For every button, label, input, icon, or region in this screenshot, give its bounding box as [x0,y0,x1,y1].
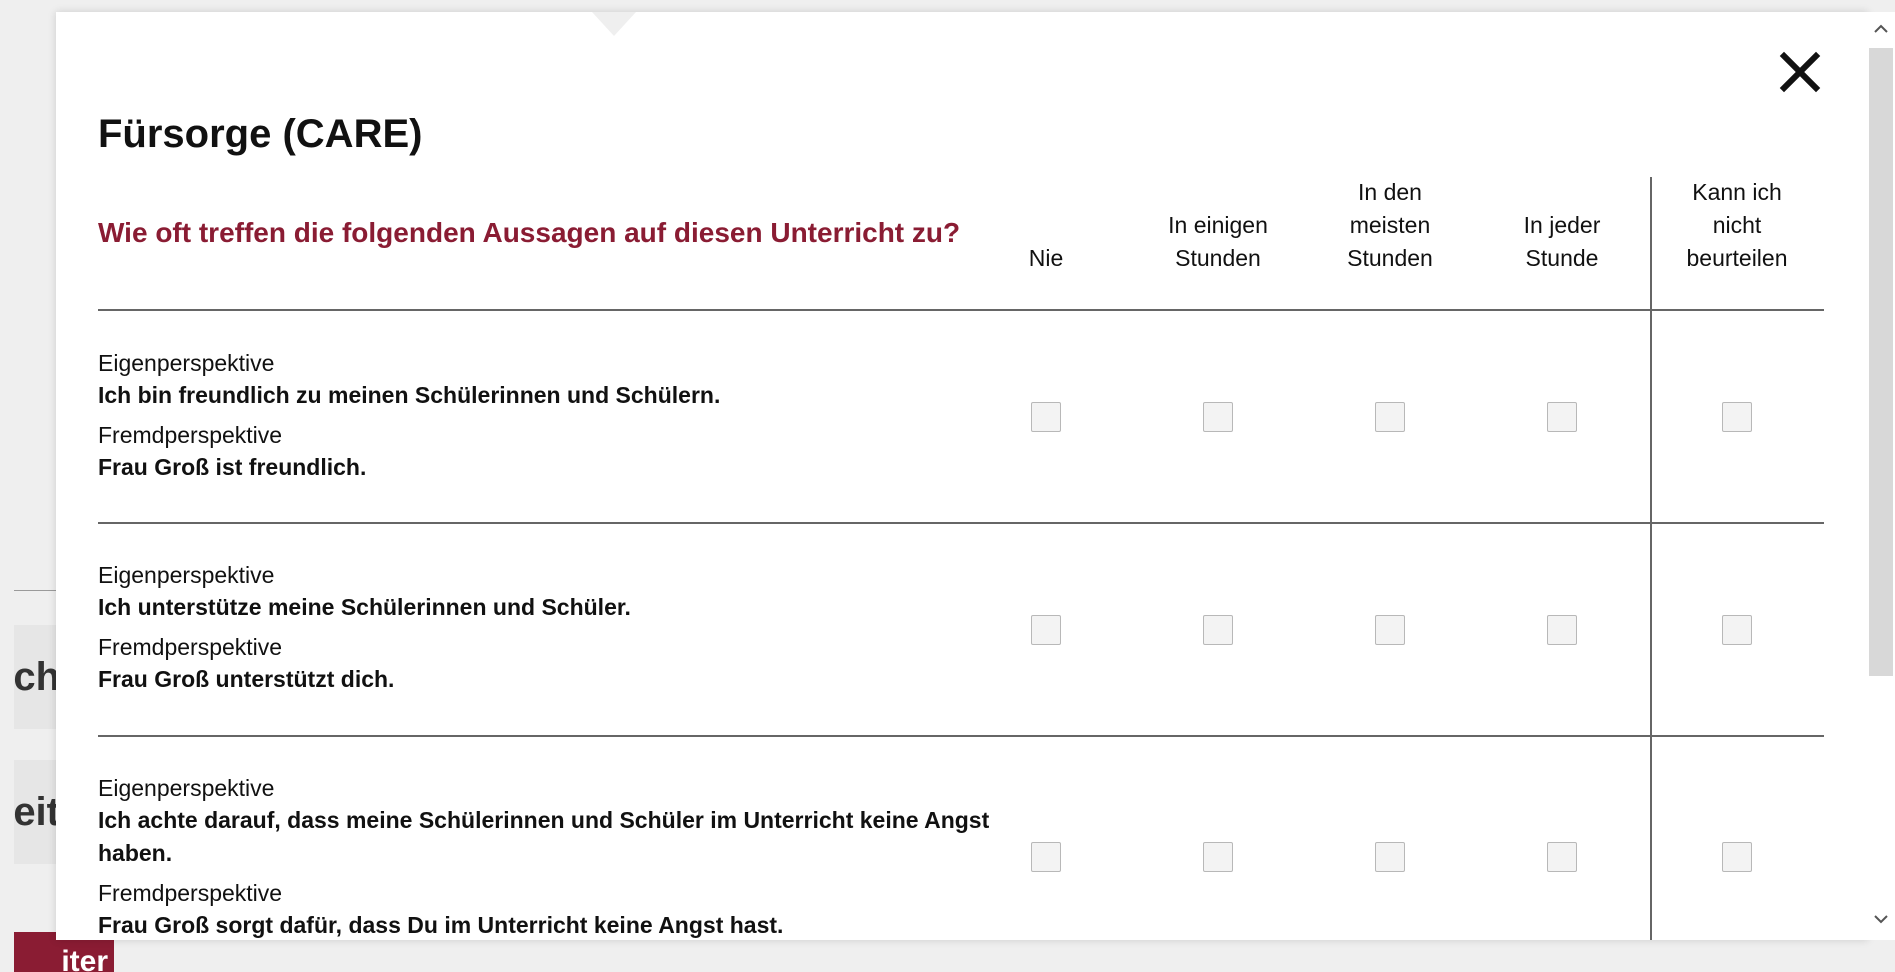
row-3-checkbox-nicht-beurteilen[interactable] [1722,842,1752,872]
row-1-checkbox-nie[interactable] [1031,402,1061,432]
background-card-1[interactable]: ich [14,625,60,729]
modal-title: Fürsorge (CARE) [98,112,423,156]
scroll-down-button[interactable] [1870,908,1892,930]
row-2-checkbox-meiste[interactable] [1375,615,1405,645]
other-perspective-label: Fremdperspektive [98,880,283,906]
row-divider [98,735,1824,737]
other-statement: Frau Groß sorgt dafür, dass Du im Unterr… [98,912,784,938]
question-text: Wie oft treffen die folgenden Aussagen a… [98,217,961,248]
modal-pointer [592,12,636,36]
other-perspective-label: Fremdperspektive [98,422,283,448]
self-statement: Ich unterstütze meine Schülerinnen und S… [98,594,631,620]
self-statement: Ich bin freundlich zu meinen Schülerinne… [98,382,721,408]
row-3-checkbox-nie[interactable] [1031,842,1061,872]
background-divider [14,590,58,591]
row-divider [98,522,1824,524]
chevron-up-icon [1874,24,1888,33]
row-1-checkbox-meiste[interactable] [1375,402,1405,432]
row-2-checkbox-jede[interactable] [1547,615,1577,645]
statement-row-1: Eigenperspektive Ich bin freundlich zu m… [98,347,998,484]
column-header-nie: Nie [1028,245,1064,271]
row-1-checkbox-jede[interactable] [1547,402,1577,432]
column-header-meiste: In den meisten Stunden [1347,179,1433,271]
chevron-down-icon [1874,915,1888,924]
row-3-checkbox-jede[interactable] [1547,842,1577,872]
self-perspective-label: Eigenperspektive [98,775,275,801]
care-modal: Fürsorge (CARE) Wie oft treffen die folg… [56,12,1868,940]
other-statement: Frau Groß unterstützt dich. [98,666,395,692]
row-3-checkbox-einige[interactable] [1203,842,1233,872]
scroll-up-button[interactable] [1870,18,1892,40]
column-header-jede: In jeder Stunde [1523,212,1601,271]
statement-row-2: Eigenperspektive Ich unterstütze meine S… [98,559,998,696]
row-2-checkbox-nie[interactable] [1031,615,1061,645]
close-button[interactable] [1776,48,1824,96]
background-text-2: Weit [14,790,60,834]
self-perspective-label: Eigenperspektive [98,350,275,376]
background-text-1: ich [14,655,60,699]
scrollbar-thumb[interactable] [1869,48,1893,676]
row-2-checkbox-nicht-beurteilen[interactable] [1722,615,1752,645]
self-perspective-label: Eigenperspektive [98,562,275,588]
column-divider [1650,177,1652,940]
background-card-2[interactable]: Weit [14,760,60,864]
close-icon [1779,51,1821,93]
self-statement: Ich achte darauf, dass meine Schülerinne… [98,807,990,866]
other-statement: Frau Groß ist freundlich. [98,454,367,480]
header-divider [98,309,1824,311]
row-1-checkbox-nicht-beurteilen[interactable] [1722,402,1752,432]
row-3-checkbox-meiste[interactable] [1375,842,1405,872]
row-1-checkbox-einige[interactable] [1203,402,1233,432]
column-header-einige: In einigen Stunden [1168,212,1268,271]
statement-row-3: Eigenperspektive Ich achte darauf, dass … [98,772,998,942]
column-header-nicht-beurteilen: Kann ich nicht beurteilen [1686,179,1788,271]
other-perspective-label: Fremdperspektive [98,634,283,660]
row-2-checkbox-einige[interactable] [1203,615,1233,645]
